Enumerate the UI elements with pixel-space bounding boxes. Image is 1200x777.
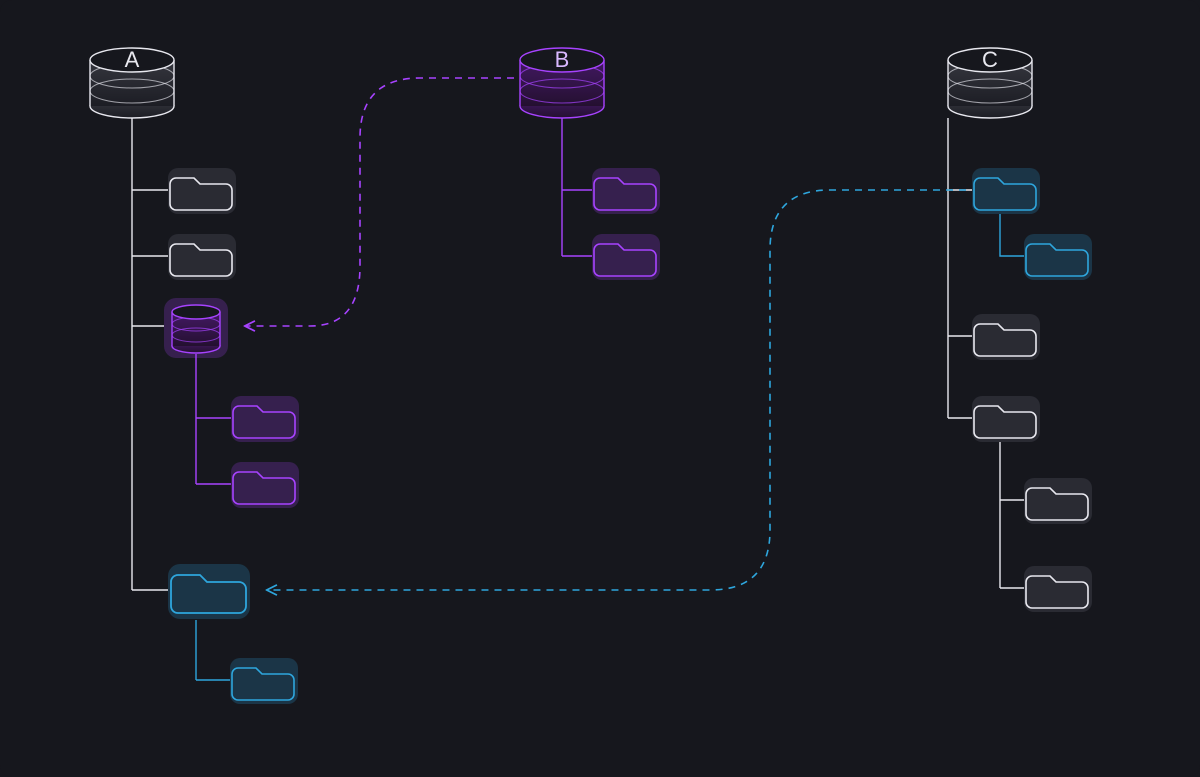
mount-link-b-to-a	[246, 78, 514, 326]
branch-line	[1000, 214, 1024, 256]
diagram-svg	[0, 0, 1200, 777]
folder-icon	[592, 234, 660, 280]
folder-icon	[972, 396, 1040, 442]
folder-icon	[168, 234, 236, 280]
nested-database-icon	[164, 298, 228, 358]
folder-icon	[1024, 566, 1092, 612]
database-b-label: B	[547, 47, 577, 73]
folder-icon	[1024, 478, 1092, 524]
folder-icon	[972, 168, 1040, 214]
database-c-label: C	[975, 47, 1005, 73]
folder-icon	[1024, 234, 1092, 280]
folder-icon	[230, 658, 298, 704]
folder-icon	[231, 396, 299, 442]
folder-icon	[168, 168, 236, 214]
folder-icon	[231, 462, 299, 508]
database-a-label: A	[117, 47, 147, 73]
folder-icon	[592, 168, 660, 214]
folder-icon	[168, 564, 250, 619]
folder-icon	[972, 314, 1040, 360]
diagram-canvas: A B C	[0, 0, 1200, 777]
